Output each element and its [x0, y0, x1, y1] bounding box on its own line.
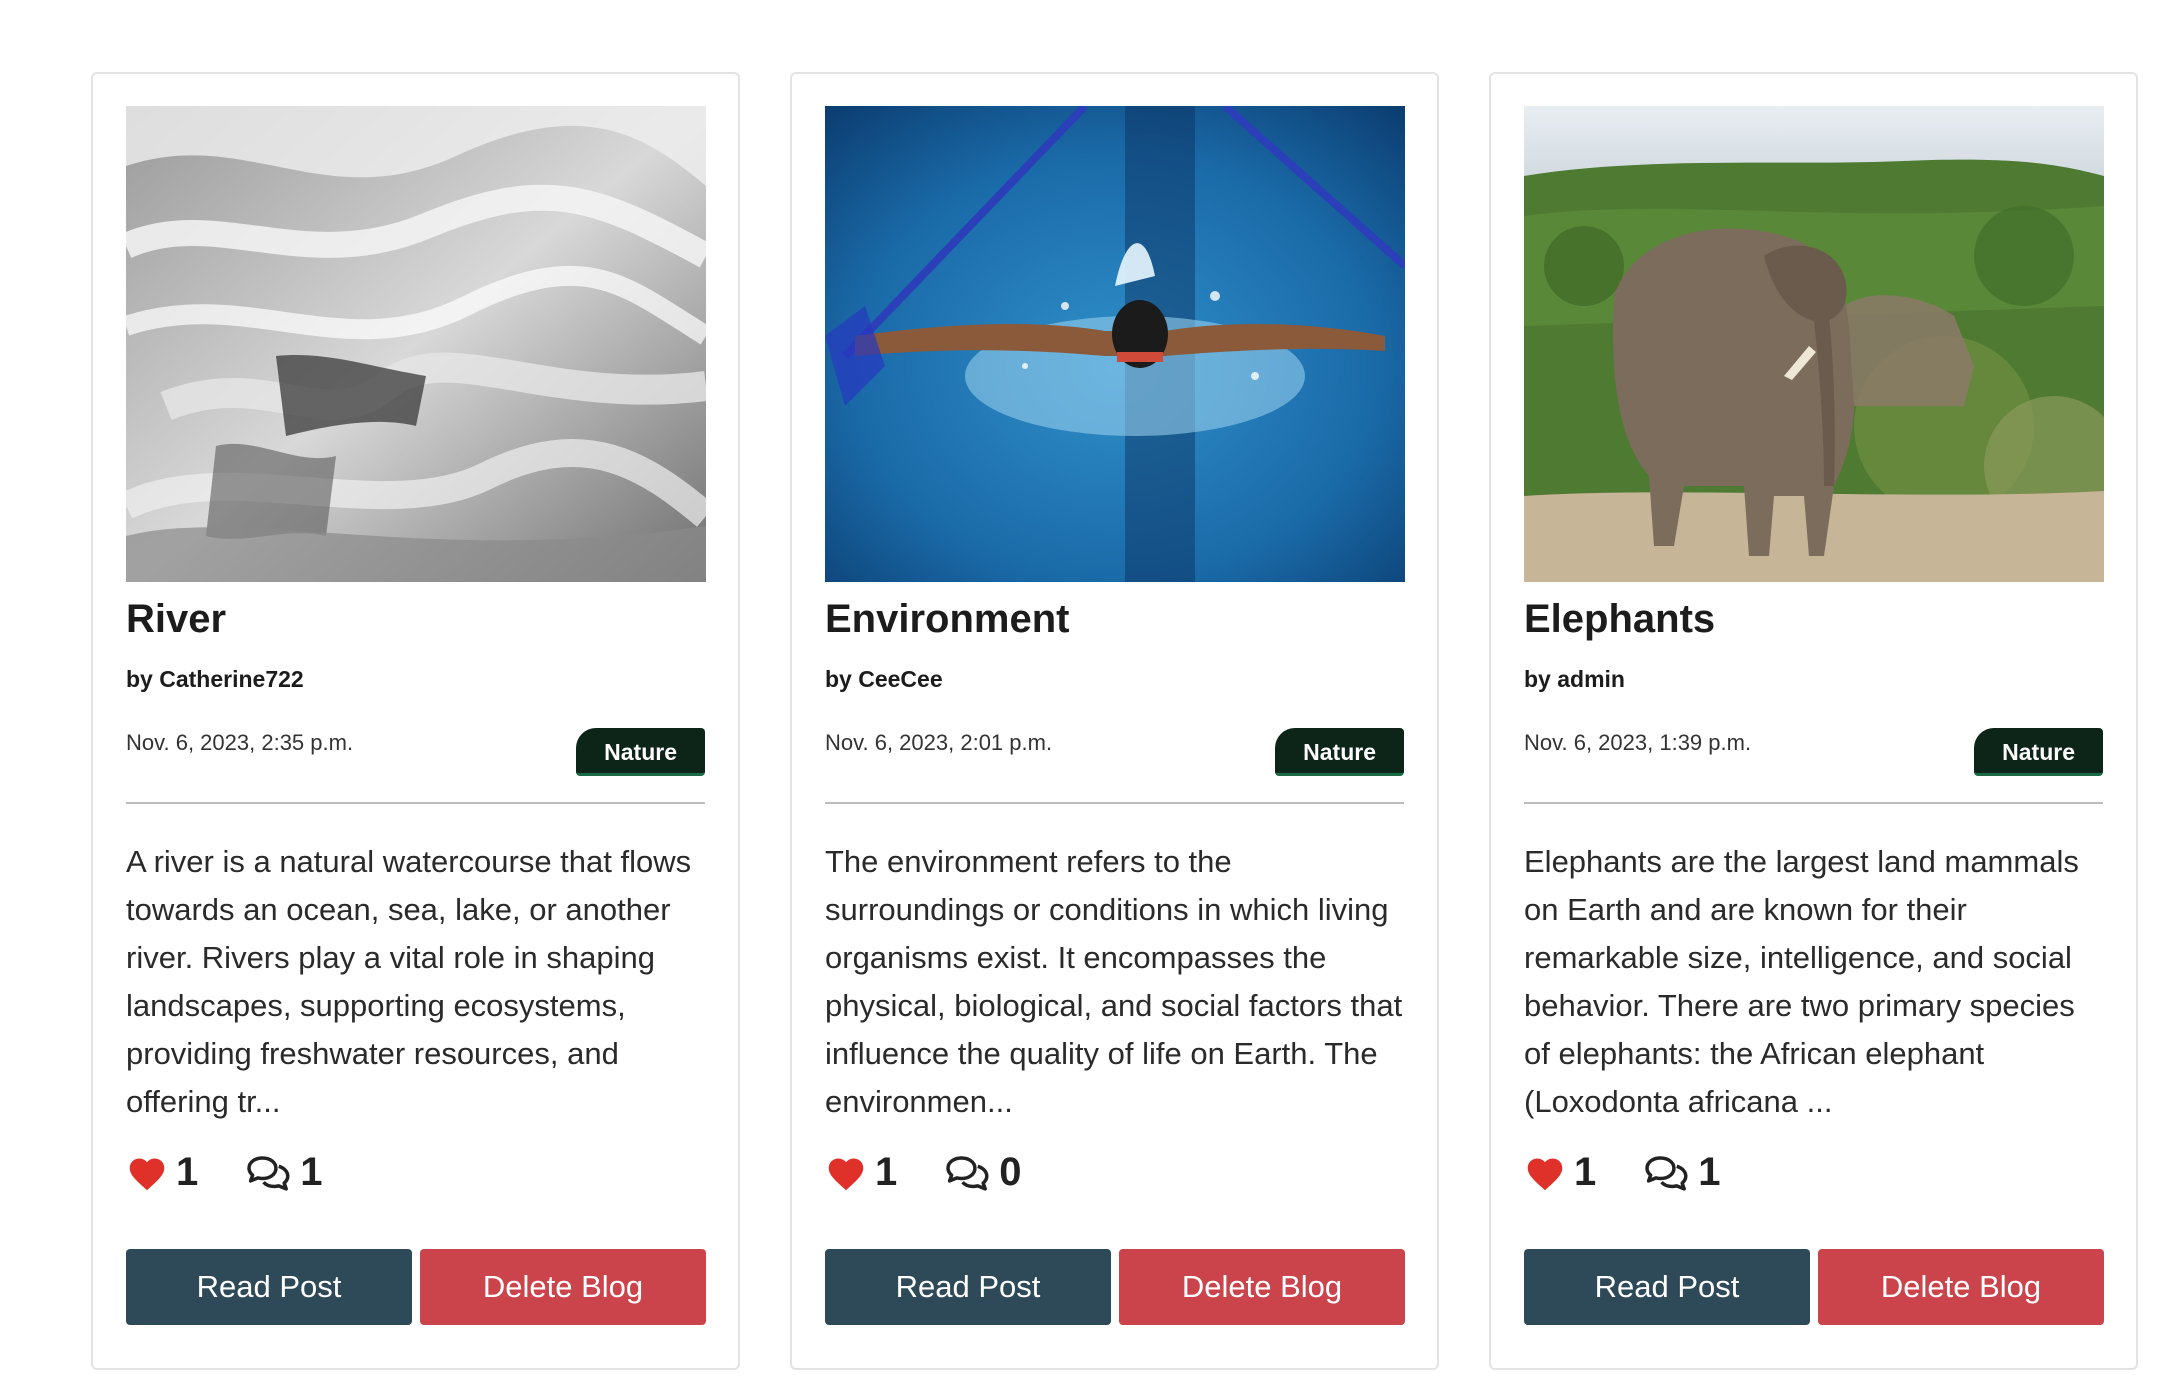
- comment-stat: 1: [244, 1150, 323, 1195]
- post-meta: Nov. 6, 2023, 2:01 p.m. Nature: [825, 728, 1404, 778]
- comment-stat: 1: [1642, 1150, 1721, 1195]
- post-author: by CeeCee: [825, 666, 943, 692]
- like-count: 1: [1574, 1150, 1597, 1194]
- post-title[interactable]: River: [126, 594, 705, 644]
- post-image-river[interactable]: [126, 106, 706, 582]
- post-excerpt: A river is a natural watercourse that fl…: [126, 844, 692, 1119]
- read-post-button[interactable]: Read Post: [126, 1249, 412, 1325]
- divider: [126, 802, 705, 804]
- like-stat[interactable]: 1: [126, 1150, 198, 1195]
- like-stat[interactable]: 1: [825, 1150, 897, 1195]
- post-stats: 1 1: [126, 1150, 369, 1195]
- card-actions: Read Post Delete Blog: [825, 1249, 1405, 1325]
- comment-count: 1: [1698, 1150, 1721, 1194]
- post-date: Nov. 6, 2023, 1:39 p.m.: [1524, 730, 1752, 755]
- heart-icon[interactable]: [126, 1154, 168, 1192]
- post-date: Nov. 6, 2023, 2:35 p.m.: [126, 730, 354, 755]
- post-stats: 1 1: [1524, 1150, 1767, 1195]
- post-excerpt: Elephants are the largest land mammals o…: [1524, 844, 2079, 1119]
- comments-icon: [946, 1155, 989, 1191]
- post-title[interactable]: Environment: [825, 594, 1404, 644]
- blog-card: Elephants by admin Nov. 6, 2023, 1:39 p.…: [1489, 72, 2138, 1370]
- post-image-environment[interactable]: [825, 106, 1405, 582]
- divider: [825, 802, 1404, 804]
- post-author: by admin: [1524, 666, 1625, 692]
- like-stat[interactable]: 1: [1524, 1150, 1596, 1195]
- comments-icon: [247, 1155, 290, 1191]
- comment-count: 0: [999, 1150, 1022, 1194]
- comments-icon: [1645, 1155, 1688, 1191]
- category-badge: Nature: [1974, 728, 2103, 776]
- heart-icon[interactable]: [825, 1154, 867, 1192]
- category-badge: Nature: [1275, 728, 1404, 776]
- category-badge: Nature: [576, 728, 705, 776]
- card-actions: Read Post Delete Blog: [126, 1249, 706, 1325]
- blog-card: Environment by CeeCee Nov. 6, 2023, 2:01…: [790, 72, 1439, 1370]
- blog-card: River by Catherine722 Nov. 6, 2023, 2:35…: [91, 72, 740, 1370]
- post-excerpt: The environment refers to the surroundin…: [825, 844, 1403, 1119]
- post-author: by Catherine722: [126, 666, 304, 692]
- heart-icon[interactable]: [1524, 1154, 1566, 1192]
- post-meta: Nov. 6, 2023, 1:39 p.m. Nature: [1524, 728, 2103, 778]
- post-date: Nov. 6, 2023, 2:01 p.m.: [825, 730, 1053, 755]
- divider: [1524, 802, 2103, 804]
- read-post-button[interactable]: Read Post: [825, 1249, 1111, 1325]
- post-image-elephants[interactable]: [1524, 106, 2104, 582]
- like-count: 1: [176, 1150, 199, 1194]
- delete-blog-button[interactable]: Delete Blog: [1818, 1249, 2104, 1325]
- delete-blog-button[interactable]: Delete Blog: [1119, 1249, 1405, 1325]
- read-post-button[interactable]: Read Post: [1524, 1249, 1810, 1325]
- blog-list-page: River by Catherine722 Nov. 6, 2023, 2:35…: [0, 0, 2174, 1376]
- delete-blog-button[interactable]: Delete Blog: [420, 1249, 706, 1325]
- comment-stat: 0: [943, 1150, 1022, 1195]
- comment-count: 1: [300, 1150, 323, 1194]
- like-count: 1: [875, 1150, 898, 1194]
- card-actions: Read Post Delete Blog: [1524, 1249, 2104, 1325]
- post-title[interactable]: Elephants: [1524, 594, 2103, 644]
- blog-card-grid: River by Catherine722 Nov. 6, 2023, 2:35…: [91, 72, 2138, 1370]
- post-stats: 1 0: [825, 1150, 1068, 1195]
- post-meta: Nov. 6, 2023, 2:35 p.m. Nature: [126, 728, 705, 778]
